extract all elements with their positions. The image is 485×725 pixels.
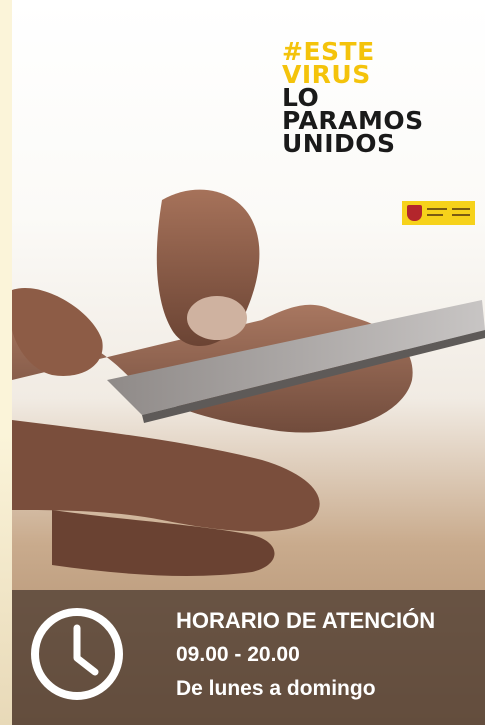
logo-line-5: UNIDOS [282, 129, 396, 158]
hours-time: 09.00 - 20.00 [176, 643, 300, 666]
left-strip [0, 0, 12, 725]
phone-in-hands-photo [12, 189, 485, 576]
campaign-logo: #ESTE VIRUS LO PARAMOS UNIDOS [282, 39, 485, 158]
government-logo [402, 201, 475, 225]
hours-info: HORARIO DE ATENCIÓN 09.00 - 20.00 De lun… [176, 604, 435, 706]
coat-of-arms-icon [407, 205, 422, 221]
clock-icon [31, 608, 123, 700]
hours-days: De lunes a domingo [176, 677, 376, 700]
hours-title: HORARIO DE ATENCIÓN [176, 608, 436, 633]
campaign-card: #ESTE VIRUS LO PARAMOS UNIDOS HORARIO DE… [12, 0, 485, 725]
